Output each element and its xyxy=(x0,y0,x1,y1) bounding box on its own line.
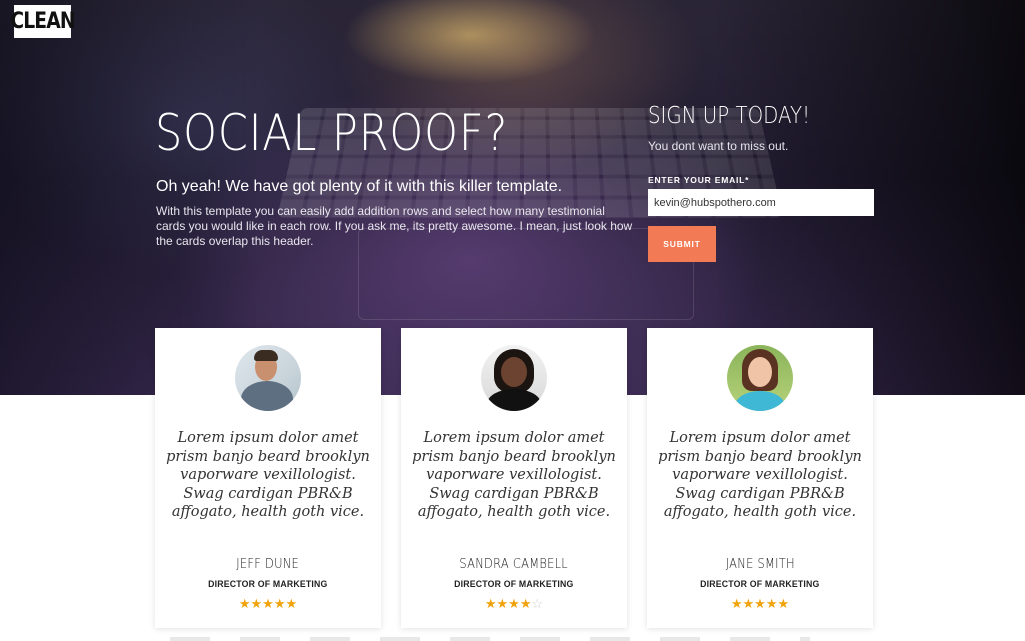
signup-subtitle: You dont want to miss out. xyxy=(648,139,789,153)
avatar xyxy=(235,345,301,411)
next-section-peek xyxy=(170,637,810,641)
testimonial-quote: Lorem ipsum dolor amet prism banjo beard… xyxy=(658,430,862,521)
testimonial-role: DIRECTOR OF MARKETING xyxy=(700,579,820,590)
star-icons-filled: ★★★★ xyxy=(484,596,532,611)
testimonial-card: Lorem ipsum dolor amet prism banjo beard… xyxy=(647,328,873,628)
hero-subtitle: Oh yeah! We have got plenty of it with t… xyxy=(156,178,563,195)
star-rating: ★★★★☆ xyxy=(401,596,627,612)
email-field-label: ENTER YOUR EMAIL* xyxy=(648,175,750,185)
testimonial-name: JANE SMITH xyxy=(725,557,795,572)
avatar xyxy=(727,345,793,411)
brand-logo[interactable]: CLEAN xyxy=(10,5,76,38)
testimonial-name: SANDRA CAMBELL xyxy=(459,557,569,572)
star-icons-filled: ★★★★★ xyxy=(730,596,790,611)
testimonial-role: DIRECTOR OF MARKETING xyxy=(208,579,328,590)
star-rating: ★★★★★ xyxy=(647,596,873,612)
testimonial-quote: Lorem ipsum dolor amet prism banjo beard… xyxy=(412,430,616,521)
submit-button[interactable]: SUBMIT xyxy=(648,226,716,262)
star-icons-empty: ☆ xyxy=(531,596,544,611)
email-field[interactable] xyxy=(648,189,874,216)
hero-title: SOCIAL PROOF? xyxy=(155,104,509,162)
signup-title: SIGN UP TODAY! xyxy=(648,103,811,129)
star-rating: ★★★★★ xyxy=(155,596,381,612)
testimonial-name: JEFF DUNE xyxy=(236,557,300,572)
hero-body-text: With this template you can easily add ad… xyxy=(156,204,633,248)
testimonial-card: Lorem ipsum dolor amet prism banjo beard… xyxy=(155,328,381,628)
testimonial-card: Lorem ipsum dolor amet prism banjo beard… xyxy=(401,328,627,628)
star-icons-filled: ★★★★★ xyxy=(238,596,298,611)
testimonial-role: DIRECTOR OF MARKETING xyxy=(454,579,574,590)
testimonial-quote: Lorem ipsum dolor amet prism banjo beard… xyxy=(166,430,370,521)
avatar xyxy=(481,345,547,411)
